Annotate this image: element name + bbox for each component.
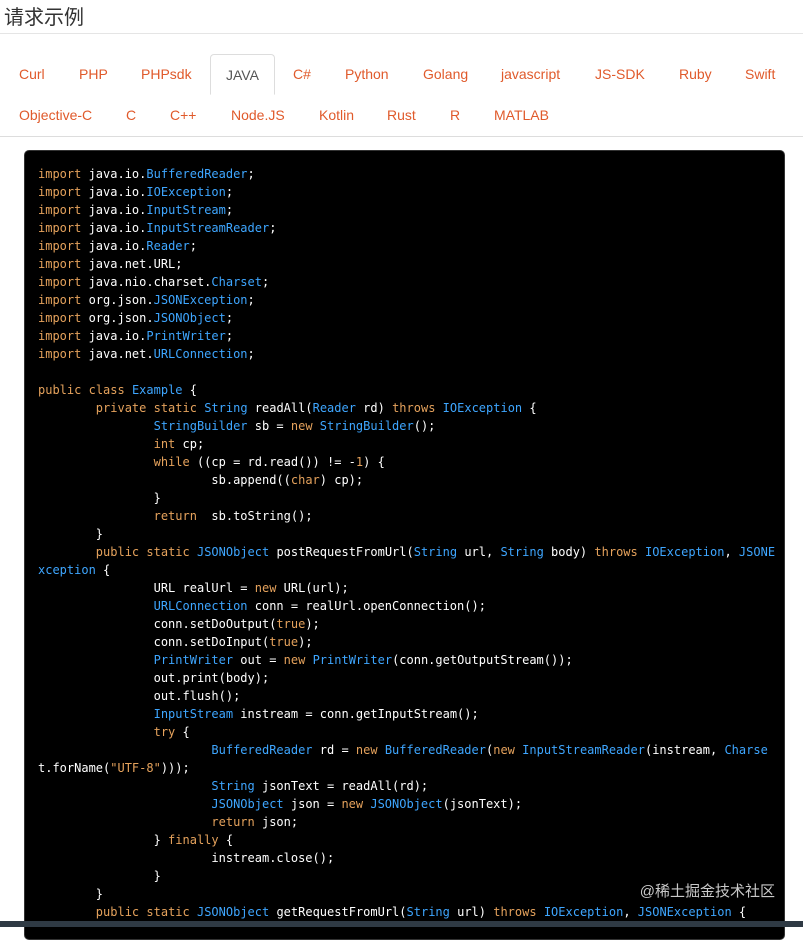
code-line: private static String readAll(Reader rd)…	[95, 401, 537, 415]
code-line: import java.io.BufferedReader;	[38, 167, 255, 181]
code-line: sb.append((char) cp);	[38, 473, 364, 487]
language-tabs: Curl PHP PHPsdk JAVA C# Python Golang ja…	[0, 54, 803, 136]
tab-ruby[interactable]: Ruby	[679, 54, 712, 95]
watermark: @稀土掘金技术社区	[639, 883, 775, 900]
code-line: }	[38, 887, 104, 901]
code-line: import java.nio.charset.Charset;	[38, 275, 270, 289]
tabs-divider	[0, 136, 803, 137]
code-line: String jsonText = readAll(rd);	[211, 779, 429, 793]
code-line: }	[38, 491, 161, 505]
code-line: return sb.toString();	[153, 509, 313, 523]
tab-javascript[interactable]: javascript	[501, 54, 560, 95]
code-line: import org.json.JSONObject;	[38, 311, 234, 325]
title-divider	[0, 33, 803, 34]
code-line: t.forName("UTF-8")));	[38, 761, 190, 775]
tab-swift[interactable]: Swift	[745, 54, 775, 95]
tab-c[interactable]: C	[126, 95, 136, 136]
code-line: import java.io.InputStreamReader;	[38, 221, 277, 235]
tab-phpsdk[interactable]: PHPsdk	[141, 54, 192, 95]
code-line: import java.io.Reader;	[38, 239, 197, 253]
code-line: conn.setDoInput(true);	[38, 635, 313, 649]
tab-r[interactable]: R	[450, 95, 460, 136]
code-line: return json;	[211, 815, 299, 829]
code-content: import java.io.BufferedReader; import ja…	[25, 151, 784, 921]
code-line: JSONObject json = new JSONObject(jsonTex…	[211, 797, 523, 811]
code-line: try {	[153, 725, 190, 739]
tab-nodejs[interactable]: Node.JS	[231, 95, 285, 136]
code-line: import java.io.InputStream;	[38, 203, 234, 217]
code-line: int cp;	[153, 437, 205, 451]
code-line: import org.json.JSONException;	[38, 293, 255, 307]
code-line: } finally {	[38, 833, 234, 847]
code-line: URL realUrl = new URL(url);	[38, 581, 349, 595]
code-line: public class Example {	[38, 383, 197, 397]
bottom-bar	[0, 921, 803, 927]
code-line: out.print(body);	[38, 671, 270, 685]
code-line: URLConnection conn = realUrl.openConnect…	[153, 599, 486, 613]
code-line: import java.io.PrintWriter;	[38, 329, 234, 343]
code-line: out.flush();	[38, 689, 241, 703]
code-line: InputStream instream = conn.getInputStre…	[153, 707, 479, 721]
code-line: StringBuilder sb = new StringBuilder();	[153, 419, 436, 433]
code-block[interactable]: import java.io.BufferedReader; import ja…	[24, 150, 785, 940]
tab-curl[interactable]: Curl	[19, 54, 45, 95]
tab-golang[interactable]: Golang	[423, 54, 468, 95]
tab-objective-c[interactable]: Objective-C	[19, 95, 92, 136]
tab-row-2: Objective-C C C++ Node.JS Kotlin Rust R …	[0, 95, 803, 136]
tab-matlab[interactable]: MATLAB	[494, 95, 549, 136]
tab-row-1: Curl PHP PHPsdk JAVA C# Python Golang ja…	[0, 54, 803, 95]
tab-kotlin[interactable]: Kotlin	[319, 95, 354, 136]
code-line: public static JSONObject getRequestFromU…	[95, 905, 747, 919]
code-line: }	[38, 527, 104, 541]
tab-rust[interactable]: Rust	[387, 95, 416, 136]
code-line: conn.setDoOutput(true);	[38, 617, 320, 631]
tab-csharp[interactable]: C#	[293, 54, 311, 95]
code-line: instream.close();	[38, 851, 335, 865]
code-line: import java.net.URLConnection;	[38, 347, 255, 361]
tab-java[interactable]: JAVA	[210, 54, 275, 95]
code-line: import java.net.URL;	[38, 257, 183, 271]
code-line: }	[38, 869, 161, 883]
code-line: xception {	[38, 563, 111, 577]
tab-js-sdk[interactable]: JS-SDK	[595, 54, 645, 95]
code-line: while ((cp = rd.read()) != -1) {	[153, 455, 385, 469]
code-line: BufferedReader rd = new BufferedReader(n…	[211, 743, 768, 757]
tab-python[interactable]: Python	[345, 54, 389, 95]
tab-cpp[interactable]: C++	[170, 95, 196, 136]
code-line: public static JSONObject postRequestFrom…	[95, 545, 776, 559]
tab-php[interactable]: PHP	[79, 54, 108, 95]
code-line: PrintWriter out = new PrintWriter(conn.g…	[153, 653, 573, 667]
code-line: import java.io.IOException;	[38, 185, 234, 199]
section-title: 请求示例	[4, 7, 84, 29]
